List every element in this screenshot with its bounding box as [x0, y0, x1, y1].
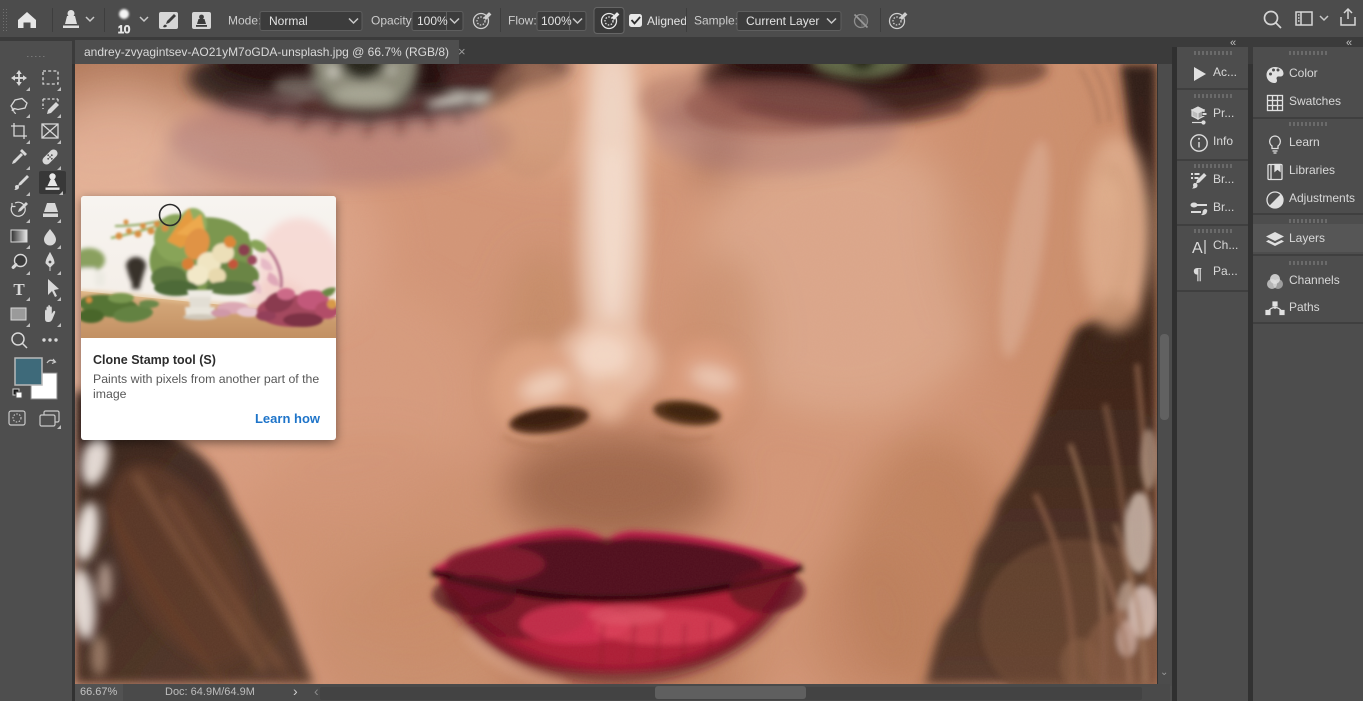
svg-text:Mode:: Mode:	[228, 14, 261, 28]
svg-text:Sample:: Sample:	[694, 14, 738, 28]
svg-text:100%: 100%	[541, 14, 572, 28]
svg-text:Aligned: Aligned	[647, 14, 687, 28]
svg-text:10: 10	[118, 24, 130, 36]
svg-text:¶: ¶	[1193, 264, 1202, 283]
svg-text:Current Layer: Current Layer	[746, 14, 819, 28]
svg-text:100%: 100%	[417, 14, 448, 28]
svg-text:Flow:: Flow:	[508, 14, 537, 28]
svg-text:Opacity:: Opacity:	[371, 14, 415, 28]
svg-text:Normal: Normal	[269, 14, 308, 28]
svg-text:T: T	[13, 280, 25, 299]
svg-text:A: A	[1192, 240, 1203, 257]
